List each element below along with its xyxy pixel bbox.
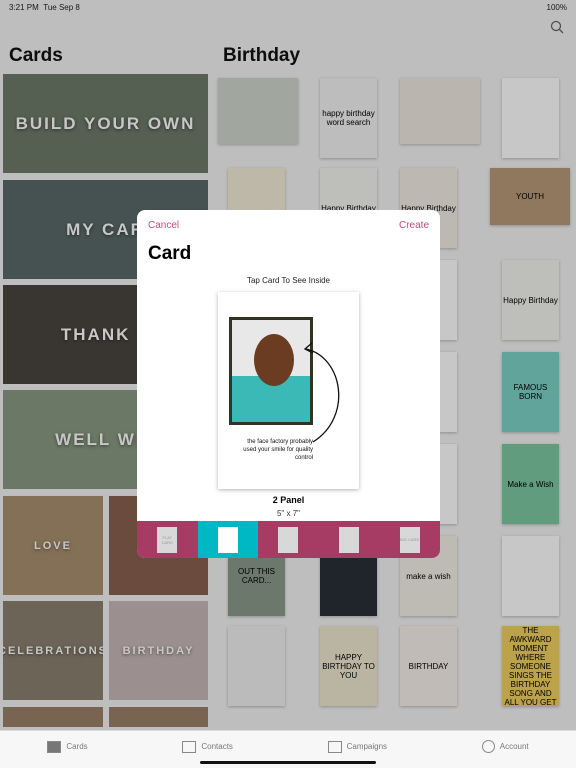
tab-cards[interactable]: Cards	[47, 740, 88, 759]
card-type-postcard[interactable]	[319, 521, 380, 558]
envelope-icon	[47, 740, 62, 753]
tap-hint: Tap Card To See Inside	[246, 276, 330, 285]
account-icon	[481, 740, 495, 753]
big-card-icon: BIG CARD	[399, 526, 420, 553]
card-type-modal: Cancel Create Card Tap Card To See Insid…	[137, 210, 440, 558]
2-panel-icon	[217, 526, 238, 553]
tab-contacts[interactable]: Contacts	[182, 740, 233, 759]
tab-label: Account	[499, 742, 529, 751]
panel-label: 2 Panel	[272, 495, 305, 505]
size-label: 5" x 7"	[276, 509, 301, 518]
tab-label: Cards	[66, 742, 88, 751]
card-type-big-card[interactable]: BIG CARD	[379, 521, 440, 558]
tab-campaigns[interactable]: Campaigns	[327, 740, 388, 759]
flat-card-icon: FLAT CARD	[157, 526, 178, 553]
campaigns-icon	[327, 740, 342, 753]
card-type-2-panel[interactable]	[197, 521, 259, 558]
card-type-bar: FLAT CARD BIG CARD	[137, 521, 440, 558]
card-type-flat-card[interactable]: FLAT CARD	[137, 521, 198, 558]
cancel-button[interactable]: Cancel	[148, 220, 179, 231]
card-preview[interactable]: the face factory probably used your smil…	[218, 292, 359, 489]
3-panel-icon	[278, 526, 299, 553]
home-indicator	[200, 761, 376, 764]
postcard-icon	[339, 526, 360, 553]
create-button[interactable]: Create	[399, 220, 429, 231]
tab-account[interactable]: Account	[481, 740, 529, 759]
card-type-3-panel[interactable]	[258, 521, 319, 558]
arrow-icon	[303, 342, 340, 443]
tab-label: Contacts	[201, 742, 233, 751]
tab-label: Campaigns	[346, 742, 388, 751]
modal-title: Card	[148, 243, 192, 264]
card-quote: the face factory probably used your smil…	[243, 439, 313, 461]
contacts-icon	[182, 740, 197, 753]
